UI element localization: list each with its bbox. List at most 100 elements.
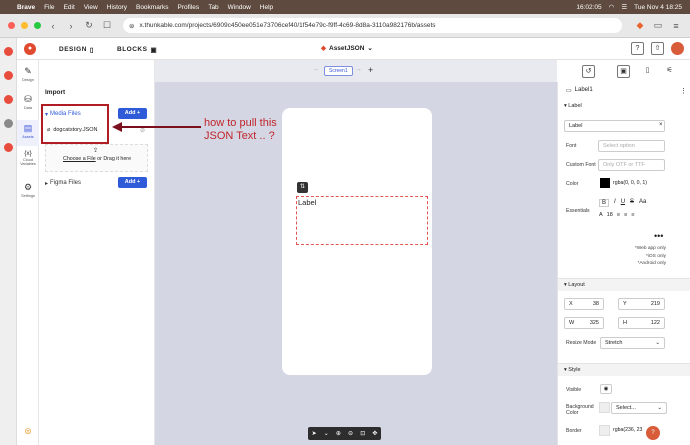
- layout-section-header[interactable]: ▾ Layout: [558, 278, 690, 291]
- browser-menu-icon[interactable]: ≡: [670, 21, 682, 31]
- border-value[interactable]: rgba(236, 23: [613, 427, 642, 433]
- bold-icon[interactable]: B: [599, 199, 610, 207]
- menu-view[interactable]: View: [84, 4, 98, 11]
- add-media-button[interactable]: Add +: [118, 108, 147, 119]
- align-center-icon[interactable]: ≡: [624, 212, 627, 218]
- drag-handle-icon[interactable]: ⇅: [297, 182, 308, 193]
- zoom-fit-icon[interactable]: ⊡: [360, 430, 365, 437]
- x-field[interactable]: X 38: [564, 298, 604, 310]
- color-swatch[interactable]: [600, 178, 610, 188]
- tab-design[interactable]: DESIGN ▯: [59, 43, 94, 56]
- close-window-icon[interactable]: [8, 22, 15, 29]
- add-screen-icon[interactable]: +: [368, 65, 373, 75]
- align-left-icon[interactable]: ≡: [617, 212, 620, 218]
- nav-settings[interactable]: ⚙ Settings: [17, 182, 39, 198]
- border-swatch[interactable]: [599, 425, 610, 436]
- menu-help[interactable]: Help: [260, 4, 273, 11]
- font-select[interactable]: Select option: [598, 140, 665, 152]
- tab-blocks[interactable]: BLOCKS ▣: [117, 43, 157, 56]
- nav-data[interactable]: ⛁ Data: [17, 94, 39, 110]
- prev-screen-icon[interactable]: ←: [313, 66, 320, 73]
- menu-edit[interactable]: Edit: [64, 4, 75, 11]
- reload-icon[interactable]: ↻: [83, 20, 95, 31]
- case-icon[interactable]: Aa: [639, 199, 646, 207]
- resize-mode-select[interactable]: Stretch ⌄: [600, 337, 665, 349]
- brave-rewards-icon[interactable]: [4, 47, 13, 56]
- upload-dropzone[interactable]: ⇪ Choose a File or Drag it here: [45, 144, 148, 172]
- nav-assets[interactable]: ▤ Assets: [17, 120, 39, 146]
- chevron-down-icon[interactable]: ⌄: [324, 430, 329, 437]
- menu-app-name[interactable]: Brave: [17, 4, 35, 11]
- nav-cloud-variables[interactable]: {x} Cloud Variables: [17, 150, 39, 166]
- control-center-icon[interactable]: ☰: [621, 3, 627, 11]
- url-text[interactable]: x.thunkable.com/projects/6909c450ee051e7…: [139, 22, 435, 29]
- zoom-in-icon[interactable]: ⊕: [336, 430, 341, 437]
- reading-list-icon[interactable]: [4, 95, 13, 104]
- close-icon[interactable]: ×: [659, 122, 663, 128]
- wallet-icon[interactable]: [4, 143, 13, 152]
- bookmarks-sidebar-icon[interactable]: [4, 71, 13, 80]
- share-icon[interactable]: ⇧: [651, 42, 664, 55]
- back-icon[interactable]: ‹: [47, 21, 59, 31]
- file-icon: ▤: [23, 123, 33, 133]
- thunkable-logo-icon[interactable]: ●: [24, 43, 36, 55]
- figma-files-header[interactable]: ▸ Figma Files: [45, 180, 81, 187]
- background-select[interactable]: Select... ⌄: [611, 402, 667, 414]
- menu-file[interactable]: File: [44, 4, 54, 11]
- align-right-icon[interactable]: ≡: [631, 212, 634, 218]
- background-swatch[interactable]: [599, 402, 610, 413]
- eye-icon[interactable]: ◉: [600, 384, 612, 394]
- minimize-window-icon[interactable]: [21, 22, 28, 29]
- screen-tab[interactable]: Screen1: [324, 66, 353, 76]
- datetime[interactable]: Tue Nov 4 18:25: [634, 4, 682, 11]
- pointer-icon[interactable]: ➤: [312, 430, 317, 437]
- menu-profiles[interactable]: Profiles: [178, 4, 200, 11]
- add-figma-button[interactable]: Add +: [118, 177, 147, 188]
- avatar[interactable]: [671, 42, 684, 55]
- chat-icon[interactable]: ?: [646, 426, 660, 440]
- extensions-icon[interactable]: ▭: [652, 20, 664, 31]
- pencil-icon: ✎: [24, 66, 32, 76]
- tune-icon[interactable]: ⚟: [663, 65, 676, 78]
- history-icon[interactable]: ↺: [582, 65, 595, 78]
- wifi-icon[interactable]: ◠: [609, 3, 615, 11]
- preview-icon[interactable]: ▣: [617, 65, 630, 78]
- brave-shield-icon[interactable]: ◆: [634, 20, 646, 31]
- y-field[interactable]: Y 219: [618, 298, 665, 310]
- choose-file-link[interactable]: Choose a File: [63, 156, 96, 162]
- zoom-window-icon[interactable]: [34, 22, 41, 29]
- menu-window[interactable]: Window: [228, 4, 251, 11]
- style-section-header[interactable]: ▾ Style: [558, 363, 690, 376]
- bookmark-icon[interactable]: ☐: [101, 20, 113, 31]
- h-field[interactable]: H 122: [618, 317, 665, 329]
- more-vert-icon[interactable]: ⋮: [680, 87, 687, 95]
- color-value[interactable]: rgba(0, 0, 0, 1): [613, 180, 647, 186]
- zoom-out-icon[interactable]: ⊖: [348, 430, 353, 437]
- help-icon[interactable]: ?: [631, 42, 644, 55]
- device-icon[interactable]: ▯: [641, 65, 654, 78]
- menu-history[interactable]: History: [107, 4, 127, 11]
- nav-design[interactable]: ✎ Design: [17, 66, 39, 82]
- label-section-title: Label: [568, 103, 582, 109]
- component-name[interactable]: Label1: [575, 87, 593, 94]
- w-label: W: [569, 320, 575, 326]
- strike-icon[interactable]: S: [630, 199, 634, 207]
- custom-font-input[interactable]: Only OTF or TTF: [598, 159, 665, 171]
- w-field[interactable]: W 325: [564, 317, 604, 329]
- underline-icon[interactable]: U: [621, 199, 625, 207]
- label-section-header[interactable]: ▾ Label: [564, 103, 582, 109]
- menu-bookmarks[interactable]: Bookmarks: [136, 4, 169, 11]
- menu-tab[interactable]: Tab: [208, 4, 218, 11]
- more-horiz-icon[interactable]: •••: [654, 231, 663, 241]
- font-size-value[interactable]: 18: [607, 212, 613, 218]
- label-component[interactable]: Label: [296, 196, 428, 245]
- hand-icon[interactable]: ✥: [372, 430, 377, 437]
- project-title[interactable]: ◆ AssetJSON ⌄: [321, 44, 373, 53]
- italic-icon[interactable]: I: [614, 199, 616, 207]
- next-screen-icon[interactable]: →: [355, 66, 362, 73]
- url-bar[interactable]: ⊜ x.thunkable.com/projects/6909c450ee051…: [123, 18, 622, 33]
- label-text-field[interactable]: Label: [564, 120, 665, 132]
- forward-icon[interactable]: ›: [65, 21, 77, 31]
- history-sidebar-icon[interactable]: [4, 119, 13, 128]
- lock-bottom-icon[interactable]: ⊜: [17, 426, 39, 438]
